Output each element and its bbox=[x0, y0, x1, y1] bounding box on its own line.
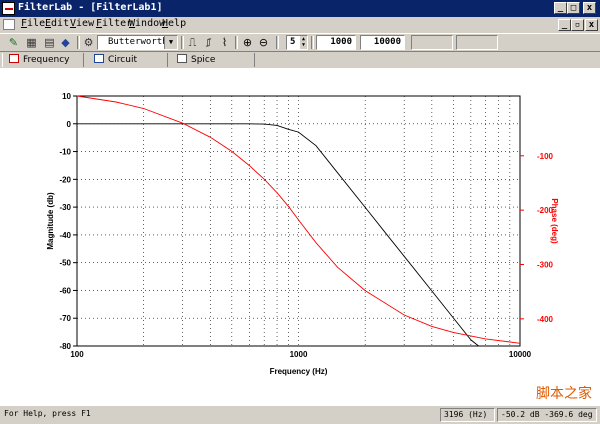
filter-params-icon[interactable]: ▤ bbox=[42, 35, 57, 50]
y-tick-label: -50 bbox=[59, 259, 71, 268]
status-readout: -50.2 dB -369.6 deg bbox=[497, 408, 597, 422]
tab-spice[interactable]: Spice bbox=[171, 53, 255, 67]
tab-frequency[interactable]: Frequency bbox=[2, 53, 84, 67]
menu-edit[interactable]: Edit bbox=[45, 18, 69, 29]
maximize-button[interactable]: □ bbox=[567, 2, 580, 14]
chevron-down-icon[interactable]: ▼ bbox=[164, 36, 177, 49]
y-tick-label: -20 bbox=[59, 175, 71, 184]
tab-circuit[interactable]: Circuit bbox=[88, 53, 168, 67]
toolbar: ✎ ▦ ▤ ◆ ⚙ Butterworth ▼ ⎍ ⎎ ⌇ ⊕ ⊖ 5 ▲ ▼ 1… bbox=[0, 33, 600, 52]
y-tick-label: -10 bbox=[59, 148, 71, 157]
y-tick-label: 0 bbox=[67, 120, 72, 129]
highpass-icon[interactable]: ⌇ bbox=[217, 35, 232, 50]
toolbar-separator bbox=[311, 36, 314, 49]
menu-filter[interactable]: Filter bbox=[96, 18, 132, 29]
wrench-icon[interactable]: ⚙ bbox=[81, 35, 96, 50]
menu-bar: File Edit View Filter Window Help _ ▫ x bbox=[0, 17, 600, 33]
y2-tick-label: -300 bbox=[537, 260, 554, 269]
filter-order-value: 5 bbox=[290, 37, 296, 47]
filter-new-icon[interactable]: ▦ bbox=[24, 35, 39, 50]
tab-circuit-label: Circuit bbox=[108, 55, 137, 65]
tab-frequency-label: Frequency bbox=[23, 55, 70, 65]
y-tick-label: -60 bbox=[59, 286, 71, 295]
y-axis-label: Magnitude (db) bbox=[46, 192, 55, 250]
menu-view[interactable]: View bbox=[70, 18, 94, 29]
tab-spice-label: Spice bbox=[191, 55, 216, 65]
doc-minimize-button[interactable]: _ bbox=[558, 19, 571, 31]
watermark-logo: 脚本之家 bbox=[536, 386, 592, 402]
status-frequency: 3196 (Hz) bbox=[440, 408, 495, 422]
toolbar-separator bbox=[276, 36, 279, 49]
filter-type-select[interactable]: Butterworth ▼ bbox=[97, 35, 178, 50]
lowpass-icon[interactable]: ⎍ bbox=[185, 35, 200, 50]
stop-frequency-field[interactable]: 10000 bbox=[360, 35, 405, 50]
start-frequency-field[interactable]: 1000 bbox=[316, 35, 356, 50]
y-tick-label: 10 bbox=[62, 92, 71, 101]
bode-plot-panel[interactable]: 10 0 -10 -20 -30 -40 -50 -60 -70 -80 -100 -200 -300-… bbox=[0, 68, 600, 405]
filterlab-app-icon[interactable] bbox=[2, 2, 15, 15]
y2-axis-label: Phase (deg) bbox=[550, 198, 559, 244]
disabled-field-2 bbox=[456, 35, 498, 50]
y2-tick-label: -100 bbox=[537, 152, 554, 161]
spinner-arrows-icon[interactable]: ▲ ▼ bbox=[300, 36, 307, 49]
frequency-tab-icon bbox=[9, 54, 19, 63]
menu-window[interactable]: Window bbox=[129, 18, 165, 29]
filter-compare-icon[interactable]: ◆ bbox=[58, 35, 73, 50]
title-bar: FilterLab - [FilterLab1] _ □ x bbox=[0, 0, 600, 17]
filter-design-icon[interactable]: ✎ bbox=[6, 35, 21, 50]
doc-close-button[interactable]: x bbox=[585, 19, 598, 31]
toolbar-separator bbox=[181, 36, 184, 49]
status-help-text: For Help, press F1 bbox=[4, 409, 91, 418]
toolbar-separator bbox=[77, 36, 80, 49]
filter-type-value: Butterworth bbox=[108, 37, 168, 47]
doc-restore-button[interactable]: ▫ bbox=[571, 19, 584, 31]
minimize-button[interactable]: _ bbox=[554, 2, 567, 14]
zoom-out-icon[interactable]: ⊖ bbox=[256, 35, 271, 50]
filter-order-spinner[interactable]: 5 ▲ ▼ bbox=[286, 35, 308, 50]
x-tick-label: 100 bbox=[70, 350, 84, 359]
window-title: FilterLab - [FilterLab1] bbox=[18, 2, 163, 13]
circuit-tab-icon bbox=[94, 54, 104, 63]
document-icon[interactable] bbox=[3, 19, 15, 30]
bandpass-icon[interactable]: ⎎ bbox=[201, 35, 216, 50]
x-tick-label: 10000 bbox=[509, 350, 532, 359]
x-axis-label: Frequency (Hz) bbox=[270, 367, 328, 376]
x-tick-label: 1000 bbox=[290, 350, 308, 359]
disabled-field-1 bbox=[411, 35, 453, 50]
bode-plot[interactable]: 100-10-20-30-40-50-60-70-80-100-200-300-… bbox=[0, 68, 600, 405]
toolbar-separator bbox=[235, 36, 238, 49]
menu-help[interactable]: Help bbox=[162, 18, 186, 29]
y-tick-label: -70 bbox=[59, 314, 71, 323]
menu-file[interactable]: File bbox=[21, 18, 45, 29]
zoom-in-icon[interactable]: ⊕ bbox=[240, 35, 255, 50]
y-tick-label: -40 bbox=[59, 231, 71, 240]
y2-tick-label: -400 bbox=[537, 315, 554, 324]
spice-tab-icon bbox=[177, 54, 187, 63]
close-button[interactable]: x bbox=[583, 2, 596, 14]
y-tick-label: -30 bbox=[59, 203, 71, 212]
view-tabs: Frequency Circuit Spice bbox=[0, 52, 600, 68]
status-bar: For Help, press F1 3196 (Hz) -50.2 dB -3… bbox=[0, 405, 600, 424]
